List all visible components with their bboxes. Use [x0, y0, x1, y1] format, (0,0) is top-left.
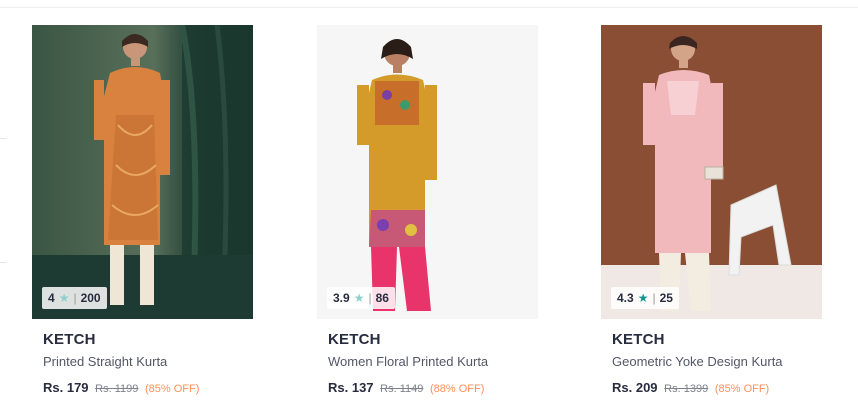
original-price: Rs. 1199 [95, 383, 139, 395]
original-price: Rs. 1149 [380, 383, 424, 395]
rating-value: 4 [48, 291, 55, 305]
rating-count: 25 [659, 291, 673, 305]
rating-badge: 4 ★ | 200 [42, 287, 107, 309]
rating-value: 4.3 [617, 291, 634, 305]
product-card[interactable]: 4.3 ★ | 25 KETCH Geometric Yoke Design K… [601, 25, 851, 415]
product-photo [317, 25, 538, 319]
rating-count: 200 [80, 291, 101, 305]
product-brand: KETCH [612, 331, 665, 348]
product-card[interactable]: 3.9 ★ | 86 KETCH Women Floral Printed Ku… [317, 25, 567, 415]
star-icon: ★ [58, 291, 70, 305]
discount-percent: (85% OFF) [145, 383, 200, 395]
discounted-price: Rs. 179 [43, 380, 89, 395]
product-price: Rs. 179 Rs. 1199 (85% OFF) [43, 380, 199, 395]
product-image[interactable] [601, 25, 822, 319]
rating-badge: 3.9 ★ | 86 [327, 287, 395, 309]
product-price: Rs. 209 Rs. 1399 (85% OFF) [612, 380, 769, 395]
rating-value: 3.9 [333, 291, 350, 305]
product-card[interactable]: 4 ★ | 200 KETCH Printed Straight Kurta R… [32, 25, 282, 415]
product-name[interactable]: Geometric Yoke Design Kurta [612, 354, 783, 369]
product-photo [601, 25, 822, 319]
discount-percent: (88% OFF) [430, 383, 485, 395]
product-name[interactable]: Women Floral Printed Kurta [328, 354, 488, 369]
product-grid: 4 ★ | 200 KETCH Printed Straight Kurta R… [0, 0, 858, 416]
star-icon: ★ [353, 291, 365, 305]
product-image[interactable] [32, 25, 253, 319]
rating-separator: | [73, 291, 77, 305]
product-price: Rs. 137 Rs. 1149 (88% OFF) [328, 380, 484, 395]
discounted-price: Rs. 137 [328, 380, 374, 395]
star-icon: ★ [637, 291, 649, 305]
original-price: Rs. 1399 [664, 383, 709, 395]
product-name[interactable]: Printed Straight Kurta [43, 354, 167, 369]
product-brand: KETCH [43, 331, 96, 348]
discount-percent: (85% OFF) [714, 383, 770, 395]
rating-separator: | [652, 291, 656, 305]
rating-count: 86 [375, 291, 389, 305]
discounted-price: Rs. 209 [612, 380, 658, 395]
product-photo [32, 25, 253, 319]
rating-badge: 4.3 ★ | 25 [611, 287, 679, 309]
rating-separator: | [368, 291, 372, 305]
product-image[interactable] [317, 25, 538, 319]
product-brand: KETCH [328, 331, 381, 348]
